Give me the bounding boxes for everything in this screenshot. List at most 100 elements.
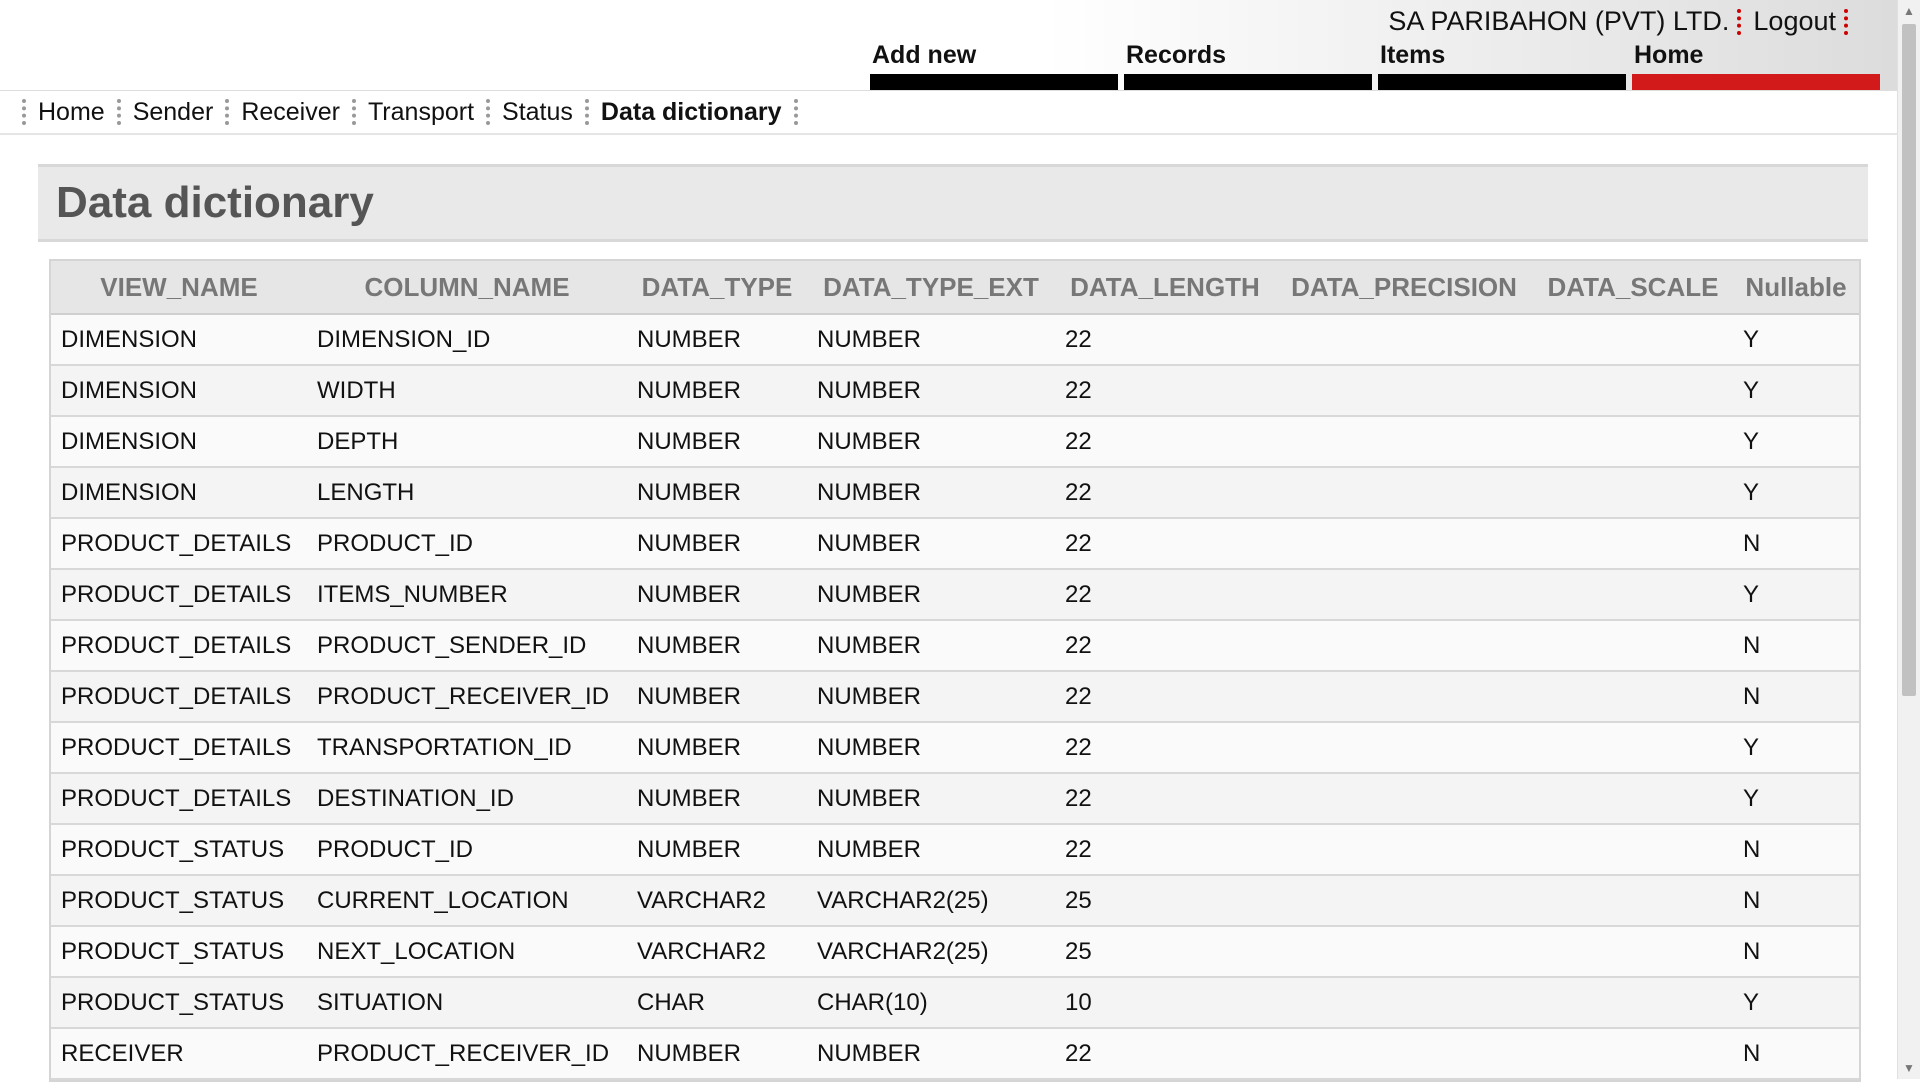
table-row: PRODUCT_STATUS CURRENT_LOCATION VARCHAR2 VA… [51, 875, 1859, 927]
table-cell [1275, 314, 1533, 366]
table-cell [1275, 467, 1533, 519]
table-row: PRODUCT_DETAILS TRANSPORTATION_ID NUMBER NU… [51, 722, 1859, 774]
table-cell [1533, 926, 1733, 978]
top-nav-add-new[interactable]: Add new [870, 40, 1118, 92]
table-cell [1533, 620, 1733, 672]
table-row: PRODUCT_STATUS PRODUCT_ID NUMBER NUMBER 22 N [51, 824, 1859, 876]
table-cell [1533, 314, 1733, 366]
table-cell: NUMBER [807, 467, 1055, 519]
top-header: SA PARIBAHON (PVT) LTD. Logout Add new Re… [0, 0, 1898, 92]
table-cell: N [1733, 926, 1859, 978]
sub-nav: Home Sender Receiver Transport Status Data di… [0, 90, 1898, 135]
table-cell: Y [1733, 314, 1859, 366]
table-cell: VARCHAR2 [627, 875, 807, 927]
table-row: PRODUCT_DETAILS DESTINATION_ID NUMBER NUMBE… [51, 773, 1859, 825]
table-cell: 22 [1055, 314, 1275, 366]
table-cell: NUMBER [807, 773, 1055, 825]
table-cell: Y [1733, 416, 1859, 468]
table-cell: VARCHAR2 [627, 926, 807, 978]
table-cell [1533, 875, 1733, 927]
sub-nav-item-transport[interactable]: Transport [368, 98, 474, 127]
table-row: PRODUCT_DETAILS ITEMS_NUMBER NUMBER NUMBER 2… [51, 569, 1859, 621]
table-cell [1275, 1028, 1533, 1080]
table-cell: VARCHAR2(25) [807, 926, 1055, 978]
table-row: DIMENSION WIDTH NUMBER NUMBER 22 Y [51, 365, 1859, 417]
table-cell: NUMBER [627, 773, 807, 825]
table-header-row: VIEW_NAME COLUMN_NAME DATA_TYPE DATA_TYPE_E… [51, 261, 1859, 315]
sub-nav-item-receiver[interactable]: Receiver [241, 98, 340, 127]
sub-nav-item-status[interactable]: Status [502, 98, 573, 127]
logout-link[interactable]: Logout [1753, 6, 1836, 37]
table-cell: DESTINATION_ID [307, 773, 627, 825]
panel-header: Data dictionary [38, 164, 1868, 242]
table-cell: TRANSPORTATION_ID [307, 722, 627, 774]
table-cell: VARCHAR2(25) [807, 875, 1055, 927]
table-cell: 22 [1055, 671, 1275, 723]
sub-nav-item-sender[interactable]: Sender [133, 98, 214, 127]
scroll-up-arrow-icon[interactable]: ▲ [1898, 0, 1920, 22]
table-cell [1533, 467, 1733, 519]
table-cell: NUMBER [627, 569, 807, 621]
table-cell: 22 [1055, 569, 1275, 621]
sub-nav-item-data-dictionary[interactable]: Data dictionary [601, 98, 782, 127]
top-nav-label: Home [1634, 41, 1704, 69]
table-cell: NUMBER [807, 620, 1055, 672]
sub-nav-item-home[interactable]: Home [38, 98, 105, 127]
table-cell: PRODUCT_DETAILS [51, 518, 307, 570]
table-cell: Y [1733, 722, 1859, 774]
table-cell: NUMBER [627, 314, 807, 366]
table-cell: PRODUCT_RECEIVER_ID [307, 671, 627, 723]
table-cell: DEPTH [307, 416, 627, 468]
column-header-data_type[interactable]: DATA_TYPE [627, 261, 807, 315]
separator [486, 99, 491, 125]
table-cell: ITEMS_NUMBER [307, 569, 627, 621]
column-header-nullable[interactable]: Nullable [1733, 261, 1859, 315]
table-cell [1533, 518, 1733, 570]
top-nav-records[interactable]: Records [1124, 40, 1372, 92]
table-cell: DIMENSION [51, 365, 307, 417]
column-header-view_name[interactable]: VIEW_NAME [51, 261, 307, 315]
table-row: PRODUCT_STATUS NEXT_LOCATION VARCHAR2 VARCH… [51, 926, 1859, 978]
table-cell: NUMBER [807, 365, 1055, 417]
table-cell: Y [1733, 365, 1859, 417]
table-cell: 22 [1055, 416, 1275, 468]
top-nav-home[interactable]: Home [1632, 40, 1880, 92]
table-cell: 22 [1055, 722, 1275, 774]
column-header-data_type_ext[interactable]: DATA_TYPE_EXT [807, 261, 1055, 315]
top-nav-items[interactable]: Items [1378, 40, 1626, 92]
table-cell [1275, 569, 1533, 621]
column-header-data_scale[interactable]: DATA_SCALE [1533, 261, 1733, 315]
table-cell: N [1733, 518, 1859, 570]
table-cell [1275, 671, 1533, 723]
separator [793, 99, 798, 125]
top-nav-label: Add new [872, 41, 977, 69]
table-cell: Y [1733, 977, 1859, 1029]
table-cell [1533, 773, 1733, 825]
table-cell: 10 [1055, 977, 1275, 1029]
table-cell: NUMBER [627, 467, 807, 519]
column-header-data_precision[interactable]: DATA_PRECISION [1275, 261, 1533, 315]
column-header-data_length[interactable]: DATA_LENGTH [1055, 261, 1275, 315]
scrollbar-thumb[interactable] [1902, 24, 1916, 696]
scroll-down-arrow-icon[interactable]: ▼ [1898, 1057, 1920, 1079]
table-cell [1533, 416, 1733, 468]
table-row: PRODUCT_DETAILS PRODUCT_RECEIVER_ID NUMBER… [51, 671, 1859, 723]
column-header-column_name[interactable]: COLUMN_NAME [307, 261, 627, 315]
separator [584, 99, 589, 125]
table-cell: NUMBER [627, 671, 807, 723]
vertical-scrollbar[interactable]: ▲ ▼ [1897, 0, 1920, 1079]
table-row: PRODUCT_DETAILS PRODUCT_SENDER_ID NUMBER NU… [51, 620, 1859, 672]
table-cell: PRODUCT_STATUS [51, 875, 307, 927]
separator [225, 99, 230, 125]
table-cell: NUMBER [627, 365, 807, 417]
table-cell: Y [1733, 569, 1859, 621]
table-cell [1533, 722, 1733, 774]
table-cell [1533, 977, 1733, 1029]
table-cell: CHAR [627, 977, 807, 1029]
separator [351, 99, 356, 125]
table-cell [1275, 518, 1533, 570]
table-cell [1275, 875, 1533, 927]
table-cell: NUMBER [627, 620, 807, 672]
table-cell [1275, 977, 1533, 1029]
table-cell: PRODUCT_DETAILS [51, 620, 307, 672]
